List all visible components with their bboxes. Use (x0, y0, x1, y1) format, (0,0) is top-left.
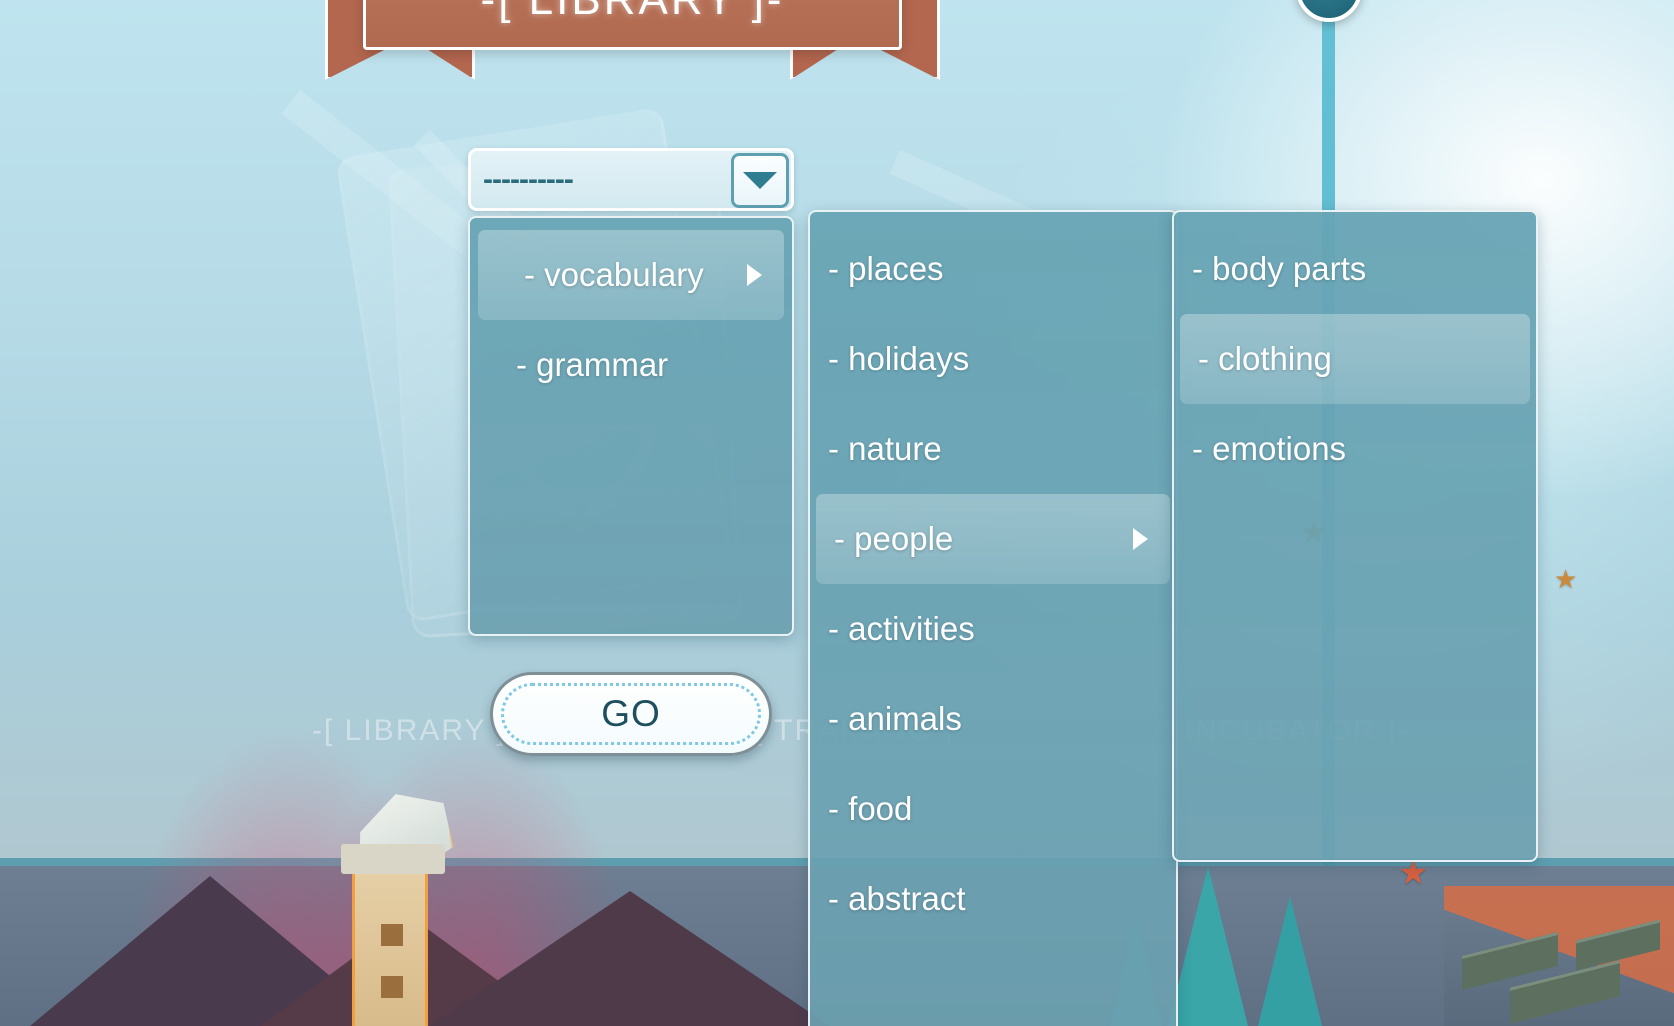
chevron-down-icon[interactable] (731, 153, 789, 208)
background-caption-library: -[ LIBRARY ]- (312, 714, 519, 747)
menu-item-holidays[interactable]: - holidays (810, 314, 1176, 404)
menu-item-places[interactable]: - places (810, 224, 1176, 314)
menu-item-animals[interactable]: - animals (810, 674, 1176, 764)
category-select[interactable]: ---------- (468, 148, 794, 211)
menu-column-level-1[interactable]: - vocabulary - grammar (468, 216, 794, 636)
menu-item-label: - activities (828, 610, 975, 647)
menu-item-grammar[interactable]: - grammar (470, 320, 792, 410)
library-banner: -[ LIBRARY ]- (325, 0, 940, 84)
menu-item-emotions[interactable]: - emotions (1174, 404, 1536, 494)
pine-tree (1258, 896, 1322, 1026)
menu-item-label: - food (828, 790, 913, 827)
menu-item-label: - abstract (828, 880, 966, 917)
menu-item-nature[interactable]: - nature (810, 404, 1176, 494)
menu-item-clothing[interactable]: - clothing (1180, 314, 1530, 404)
menu-item-label: - vocabulary (524, 256, 704, 293)
category-select-value: ---------- (483, 162, 574, 196)
pine-tree (1168, 866, 1248, 1026)
chevron-right-icon (747, 264, 762, 286)
library-tower (341, 844, 445, 1026)
go-button[interactable]: GO (490, 672, 772, 756)
menu-item-food[interactable]: - food (810, 764, 1176, 854)
menu-item-body-parts[interactable]: - body parts (1174, 224, 1536, 314)
menu-item-label: - animals (828, 700, 962, 737)
menu-item-label: - emotions (1192, 430, 1347, 467)
go-button-label: GO (601, 693, 661, 734)
ribbon-band: -[ LIBRARY ]- (363, 0, 902, 50)
menu-item-label: - body parts (1192, 250, 1367, 287)
menu-item-label: - clothing (1198, 340, 1332, 377)
menu-item-label: - nature (828, 430, 942, 467)
menu-column-level-2[interactable]: - places - holidays - nature - people - … (808, 210, 1178, 1026)
menu-item-abstract[interactable]: - abstract (810, 854, 1176, 944)
page-title: -[ LIBRARY ]- (366, 0, 899, 25)
menu-item-activities[interactable]: - activities (810, 584, 1176, 674)
mountain (430, 891, 830, 1026)
chevron-right-icon (1133, 528, 1148, 550)
menu-item-people[interactable]: - people (816, 494, 1170, 584)
menu-item-label: - places (828, 250, 944, 287)
menu-item-label: - people (834, 520, 954, 557)
menu-column-level-3[interactable]: - body parts - clothing - emotions (1172, 210, 1538, 862)
menu-item-vocabulary[interactable]: - vocabulary (478, 230, 784, 320)
menu-item-label: - holidays (828, 340, 970, 377)
menu-item-label: - grammar (516, 346, 669, 383)
village-cluster (1444, 886, 1674, 1026)
star-marker-icon: ★ (1554, 564, 1578, 594)
